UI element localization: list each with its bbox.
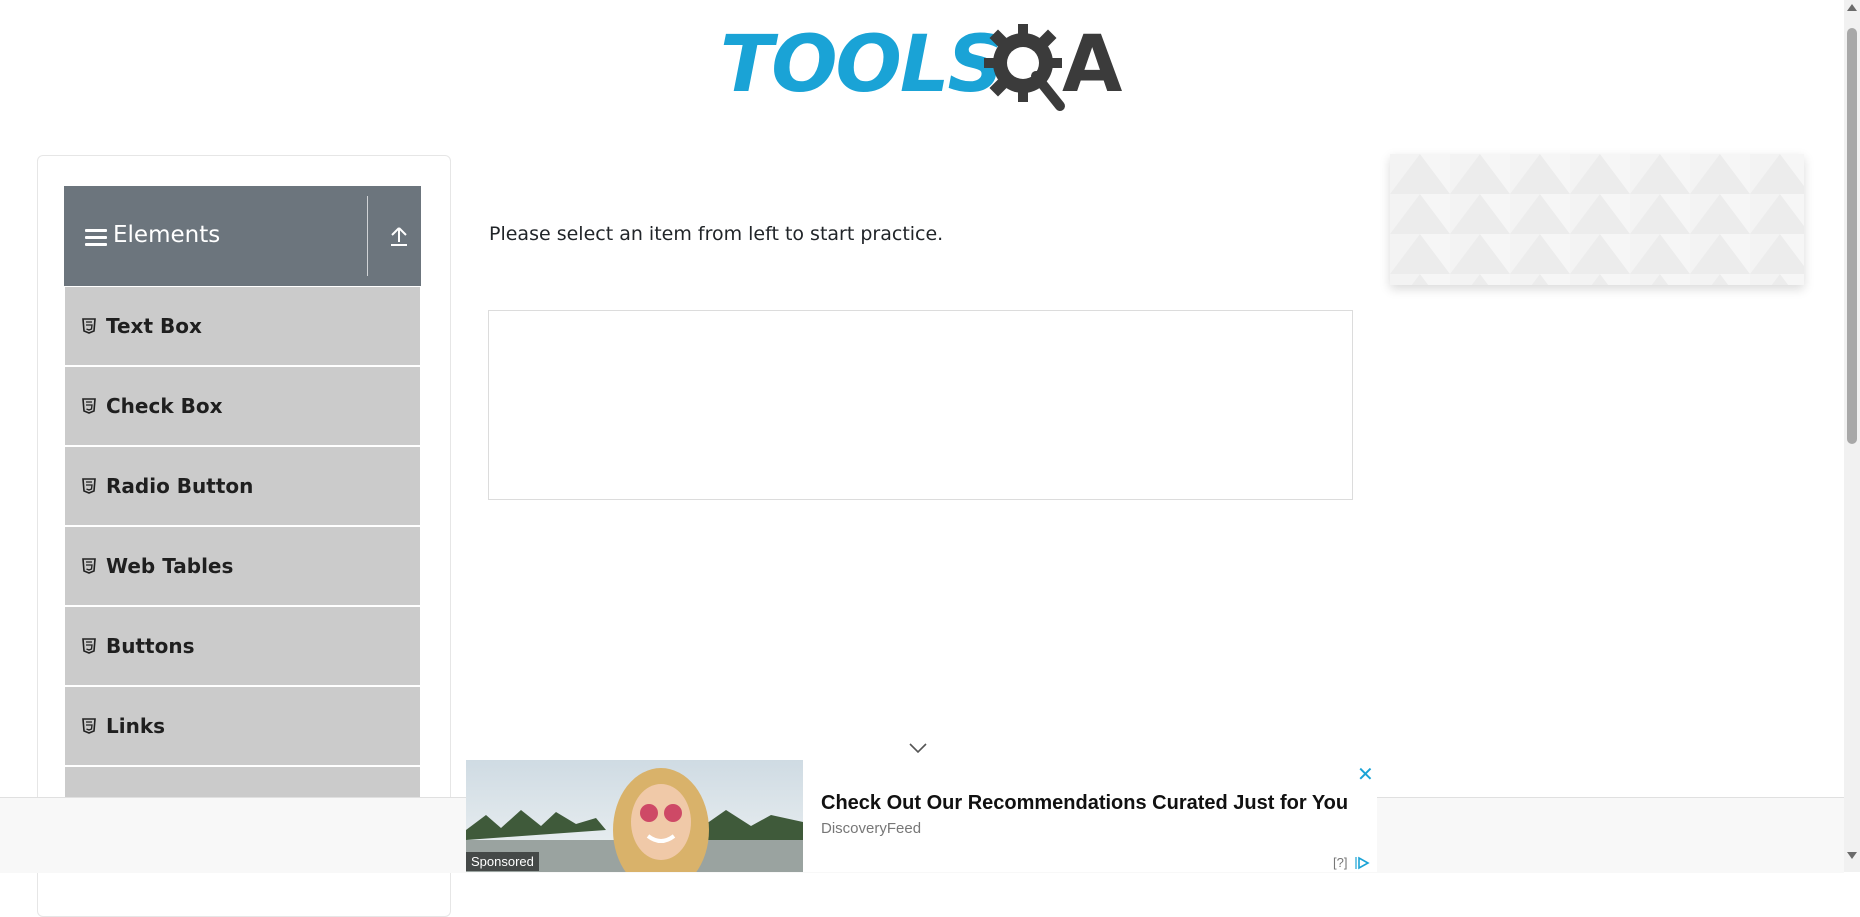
menu-item-text-box[interactable]: Text Box [65,287,420,367]
html5-icon [82,718,96,734]
menu-item-label: Check Box [106,394,223,418]
menu-item-label: Buttons [106,634,195,658]
html5-icon [82,478,96,494]
group-title: Elements [113,222,221,248]
logo-text-tools: TOOLS [720,20,1004,110]
page-scrollbar[interactable] [1844,0,1860,872]
hamburger-icon [85,229,107,247]
scroll-up-icon[interactable] [1847,4,1857,11]
triangle-pattern [1390,154,1804,285]
menu-item-radio-button[interactable]: Radio Button [65,447,420,527]
toolsqa-logo[interactable]: TOOLS A [720,18,1125,116]
practice-area [488,310,1353,500]
ad-help-link[interactable]: [?] [1333,855,1347,870]
scroll-down-icon[interactable] [1847,852,1857,859]
sponsored-label: Sponsored [466,852,539,871]
menu-item-check-box[interactable]: Check Box [65,367,420,447]
ad-headline[interactable]: Check Out Our Recommendations Curated Ju… [821,792,1348,815]
html5-icon [82,318,96,334]
sponsored-ad[interactable]: Sponsored Check Out Our Recommendations … [466,760,1377,872]
collapse-arrow-icon[interactable] [388,223,410,249]
menu-item-label: Text Box [106,314,202,338]
adchoices-icon[interactable] [1355,856,1371,870]
close-icon[interactable]: ✕ [1357,762,1374,787]
html5-icon [82,558,96,574]
elements-group-header[interactable]: Elements [64,186,421,286]
html5-icon [82,398,96,414]
elements-menu-list: Text Box Check Box Radio Button Web Tabl… [65,287,420,847]
scrollbar-thumb[interactable] [1847,28,1857,444]
menu-item-label: Links [106,714,166,738]
html5-icon [82,638,96,654]
menu-item-buttons[interactable]: Buttons [65,607,420,687]
practice-prompt: Please select an item from left to start… [489,223,944,245]
chevron-down-icon[interactable] [908,742,928,754]
ad-source: DiscoveryFeed [821,820,922,837]
header-divider [367,196,368,276]
logo-text-a: A [1062,20,1123,110]
menu-item-label: Web Tables [106,554,234,578]
menu-item-links[interactable]: Links [65,687,420,767]
menu-item-web-tables[interactable]: Web Tables [65,527,420,607]
side-banner-ad[interactable] [1390,154,1804,285]
menu-item-label: Radio Button [106,474,254,498]
